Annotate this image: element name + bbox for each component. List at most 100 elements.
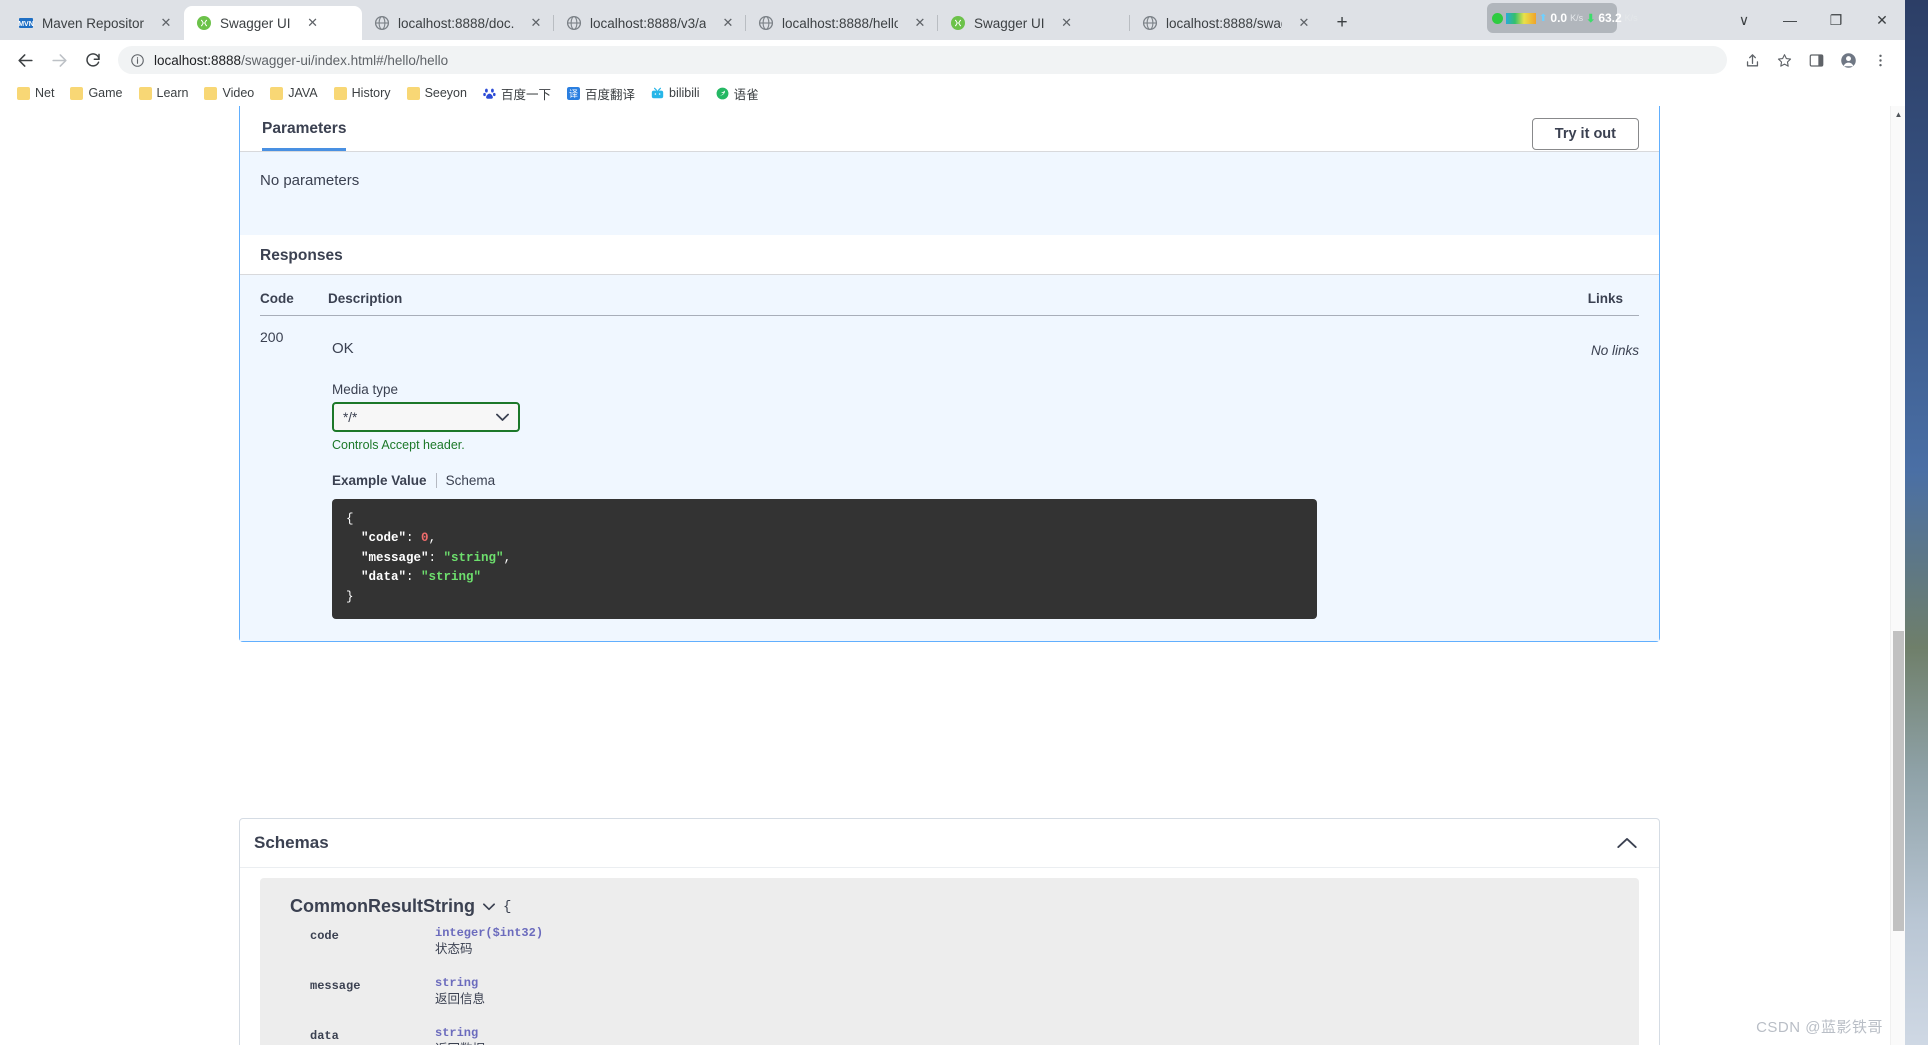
bookmark-game[interactable]: Game: [63, 84, 129, 102]
network-speed-widget[interactable]: ⬆ 0.0 K/s ⬇ 63.2 K/s: [1487, 3, 1638, 33]
response-description-cell: OK Media type */* Controls Accept header…: [328, 326, 1544, 619]
close-icon[interactable]: ✕: [305, 15, 321, 31]
bookmark-learn[interactable]: Learn: [132, 84, 196, 102]
close-window-button[interactable]: ✕: [1859, 4, 1905, 36]
address-bar[interactable]: localhost:8888/swagger-ui/index.html#/he…: [118, 46, 1727, 74]
swagger-icon: [197, 16, 211, 30]
browser-tab-5[interactable]: Swagger UI ✕: [937, 6, 1130, 40]
browser-tab-4[interactable]: localhost:8888/hello ✕: [745, 6, 938, 40]
download-unit: K/s: [1624, 13, 1638, 23]
schemas-section: Schemas CommonResultString { code intege…: [239, 818, 1660, 1045]
close-icon[interactable]: ✕: [1059, 15, 1075, 31]
bookmark-label: 语雀: [733, 87, 759, 102]
scroll-up-arrow-icon[interactable]: ▲: [1891, 110, 1905, 119]
chevron-down-icon: [496, 413, 509, 421]
bookmark-label: Game: [88, 86, 123, 100]
tab-schema[interactable]: Schema: [446, 473, 496, 488]
forward-arrow-icon: [51, 53, 67, 67]
upload-arrow-icon: ⬆: [1539, 12, 1548, 24]
tab-title: Swagger UI: [220, 15, 291, 31]
bookmark-button[interactable]: [1769, 45, 1799, 75]
info-circle-icon[interactable]: [130, 53, 145, 68]
bookmark-net[interactable]: Net: [10, 84, 61, 102]
example-value-tabs: Example Value Schema: [332, 473, 1534, 488]
bookmark-seeyon[interactable]: Seeyon: [400, 84, 474, 102]
bookmark-video[interactable]: Video: [197, 84, 261, 102]
swagger-icon: [951, 16, 965, 30]
reload-button[interactable]: [78, 45, 108, 75]
swagger-page: Parameters Try it out No parameters Resp…: [0, 106, 1890, 1045]
tab-title: localhost:8888/swagger-ui: [1166, 15, 1282, 31]
browser-tab-3[interactable]: localhost:8888/v3/api-docs ✕: [553, 6, 746, 40]
yuque-icon: [716, 87, 729, 99]
globe-icon: [758, 15, 774, 31]
response-description: OK: [332, 340, 354, 357]
model-title[interactable]: CommonResultString {: [290, 896, 1623, 917]
model-property-data: data string 返回数据: [310, 1025, 1623, 1045]
media-type-select[interactable]: */*: [332, 402, 520, 432]
bookmark-history[interactable]: History: [327, 84, 398, 102]
tab-example-value[interactable]: Example Value: [332, 473, 427, 488]
status-dot-icon: [1492, 12, 1503, 24]
close-icon[interactable]: ✕: [1296, 15, 1312, 31]
response-links: No links: [1590, 343, 1639, 358]
new-tab-button[interactable]: +: [1328, 9, 1356, 37]
bookmark-bilibili[interactable]: bilibili: [644, 84, 707, 102]
globe-icon: [374, 15, 390, 31]
example-value-code[interactable]: { "code": 0, "message": "string", "data"…: [332, 499, 1317, 619]
scrollbar-thumb[interactable]: [1893, 631, 1904, 931]
response-row-200: 200 OK Media type */* Controls Accept he…: [260, 316, 1639, 619]
column-description: Description: [328, 291, 403, 306]
schemas-title: Schemas: [254, 833, 329, 852]
bookmark-label: 百度一下: [500, 87, 551, 102]
download-speed: 63.2: [1598, 11, 1622, 25]
tab-title: localhost:8888/hello: [782, 15, 898, 31]
bookmark-yuque[interactable]: 语雀: [709, 82, 766, 105]
forward-button[interactable]: [44, 45, 74, 75]
minimize-button[interactable]: —: [1767, 4, 1813, 36]
browser-tab-1[interactable]: Swagger UI ✕: [184, 6, 362, 40]
browser-tab-2[interactable]: localhost:8888/doc.html ✕: [362, 6, 554, 40]
bookmark-label: 百度翻译: [584, 87, 635, 102]
chevron-down-icon[interactable]: [483, 902, 495, 911]
browser-tab-0[interactable]: MVN Maven Repository: springdoc ✕: [6, 6, 184, 40]
browser-window: MVN Maven Repository: springdoc ✕ Swagge…: [0, 0, 1905, 1045]
bookmarks-bar: Net Game Learn Video JAVA History Seeyon…: [0, 80, 1905, 106]
folder-icon: [204, 86, 218, 100]
chrome-menu-button[interactable]: [1865, 45, 1895, 75]
folder-icon: [270, 86, 284, 100]
close-icon[interactable]: ✕: [912, 15, 928, 31]
color-swatch-icon: [1506, 12, 1536, 24]
bookmark-fanyi[interactable]: 译 百度翻译: [560, 82, 642, 105]
profile-button[interactable]: [1833, 45, 1863, 75]
response-code: 200: [260, 329, 284, 345]
tab-title: localhost:8888/doc.html: [398, 15, 514, 31]
close-icon[interactable]: ✕: [528, 15, 544, 31]
page-scrollbar[interactable]: ▲: [1890, 106, 1905, 1045]
browser-tab-6[interactable]: localhost:8888/swagger-ui ✕: [1129, 6, 1322, 40]
responses-table-header: Code Description Links: [260, 275, 1639, 316]
share-button[interactable]: [1737, 45, 1767, 75]
back-button[interactable]: [10, 45, 40, 75]
browser-tab-strip: MVN Maven Repository: springdoc ✕ Swagge…: [0, 0, 1905, 40]
model-open-brace: {: [503, 898, 512, 915]
chevron-up-icon[interactable]: [1617, 837, 1637, 849]
baidu-icon: [483, 88, 496, 99]
schemas-header[interactable]: Schemas: [240, 819, 1659, 868]
close-icon[interactable]: ✕: [720, 15, 736, 31]
property-detail: string 返回数据: [435, 1025, 485, 1045]
side-panel-button[interactable]: [1801, 45, 1831, 75]
property-type: integer($int32): [435, 926, 544, 940]
model-property-message: message string 返回信息: [310, 975, 1623, 1008]
close-icon[interactable]: ✕: [158, 15, 174, 31]
bookmark-baidu[interactable]: 百度一下: [476, 82, 558, 105]
bookmark-label: History: [351, 86, 391, 100]
try-it-out-button[interactable]: Try it out: [1531, 118, 1639, 150]
bilibili-icon: [651, 87, 664, 98]
bookmark-java[interactable]: JAVA: [263, 84, 324, 102]
maximize-button[interactable]: ❐: [1813, 4, 1859, 36]
operation-block-hello: Parameters Try it out No parameters Resp…: [239, 106, 1660, 642]
tab-search-icon[interactable]: ∨: [1721, 4, 1767, 36]
folder-icon: [70, 86, 84, 100]
bookmark-label: bilibili: [669, 86, 700, 100]
